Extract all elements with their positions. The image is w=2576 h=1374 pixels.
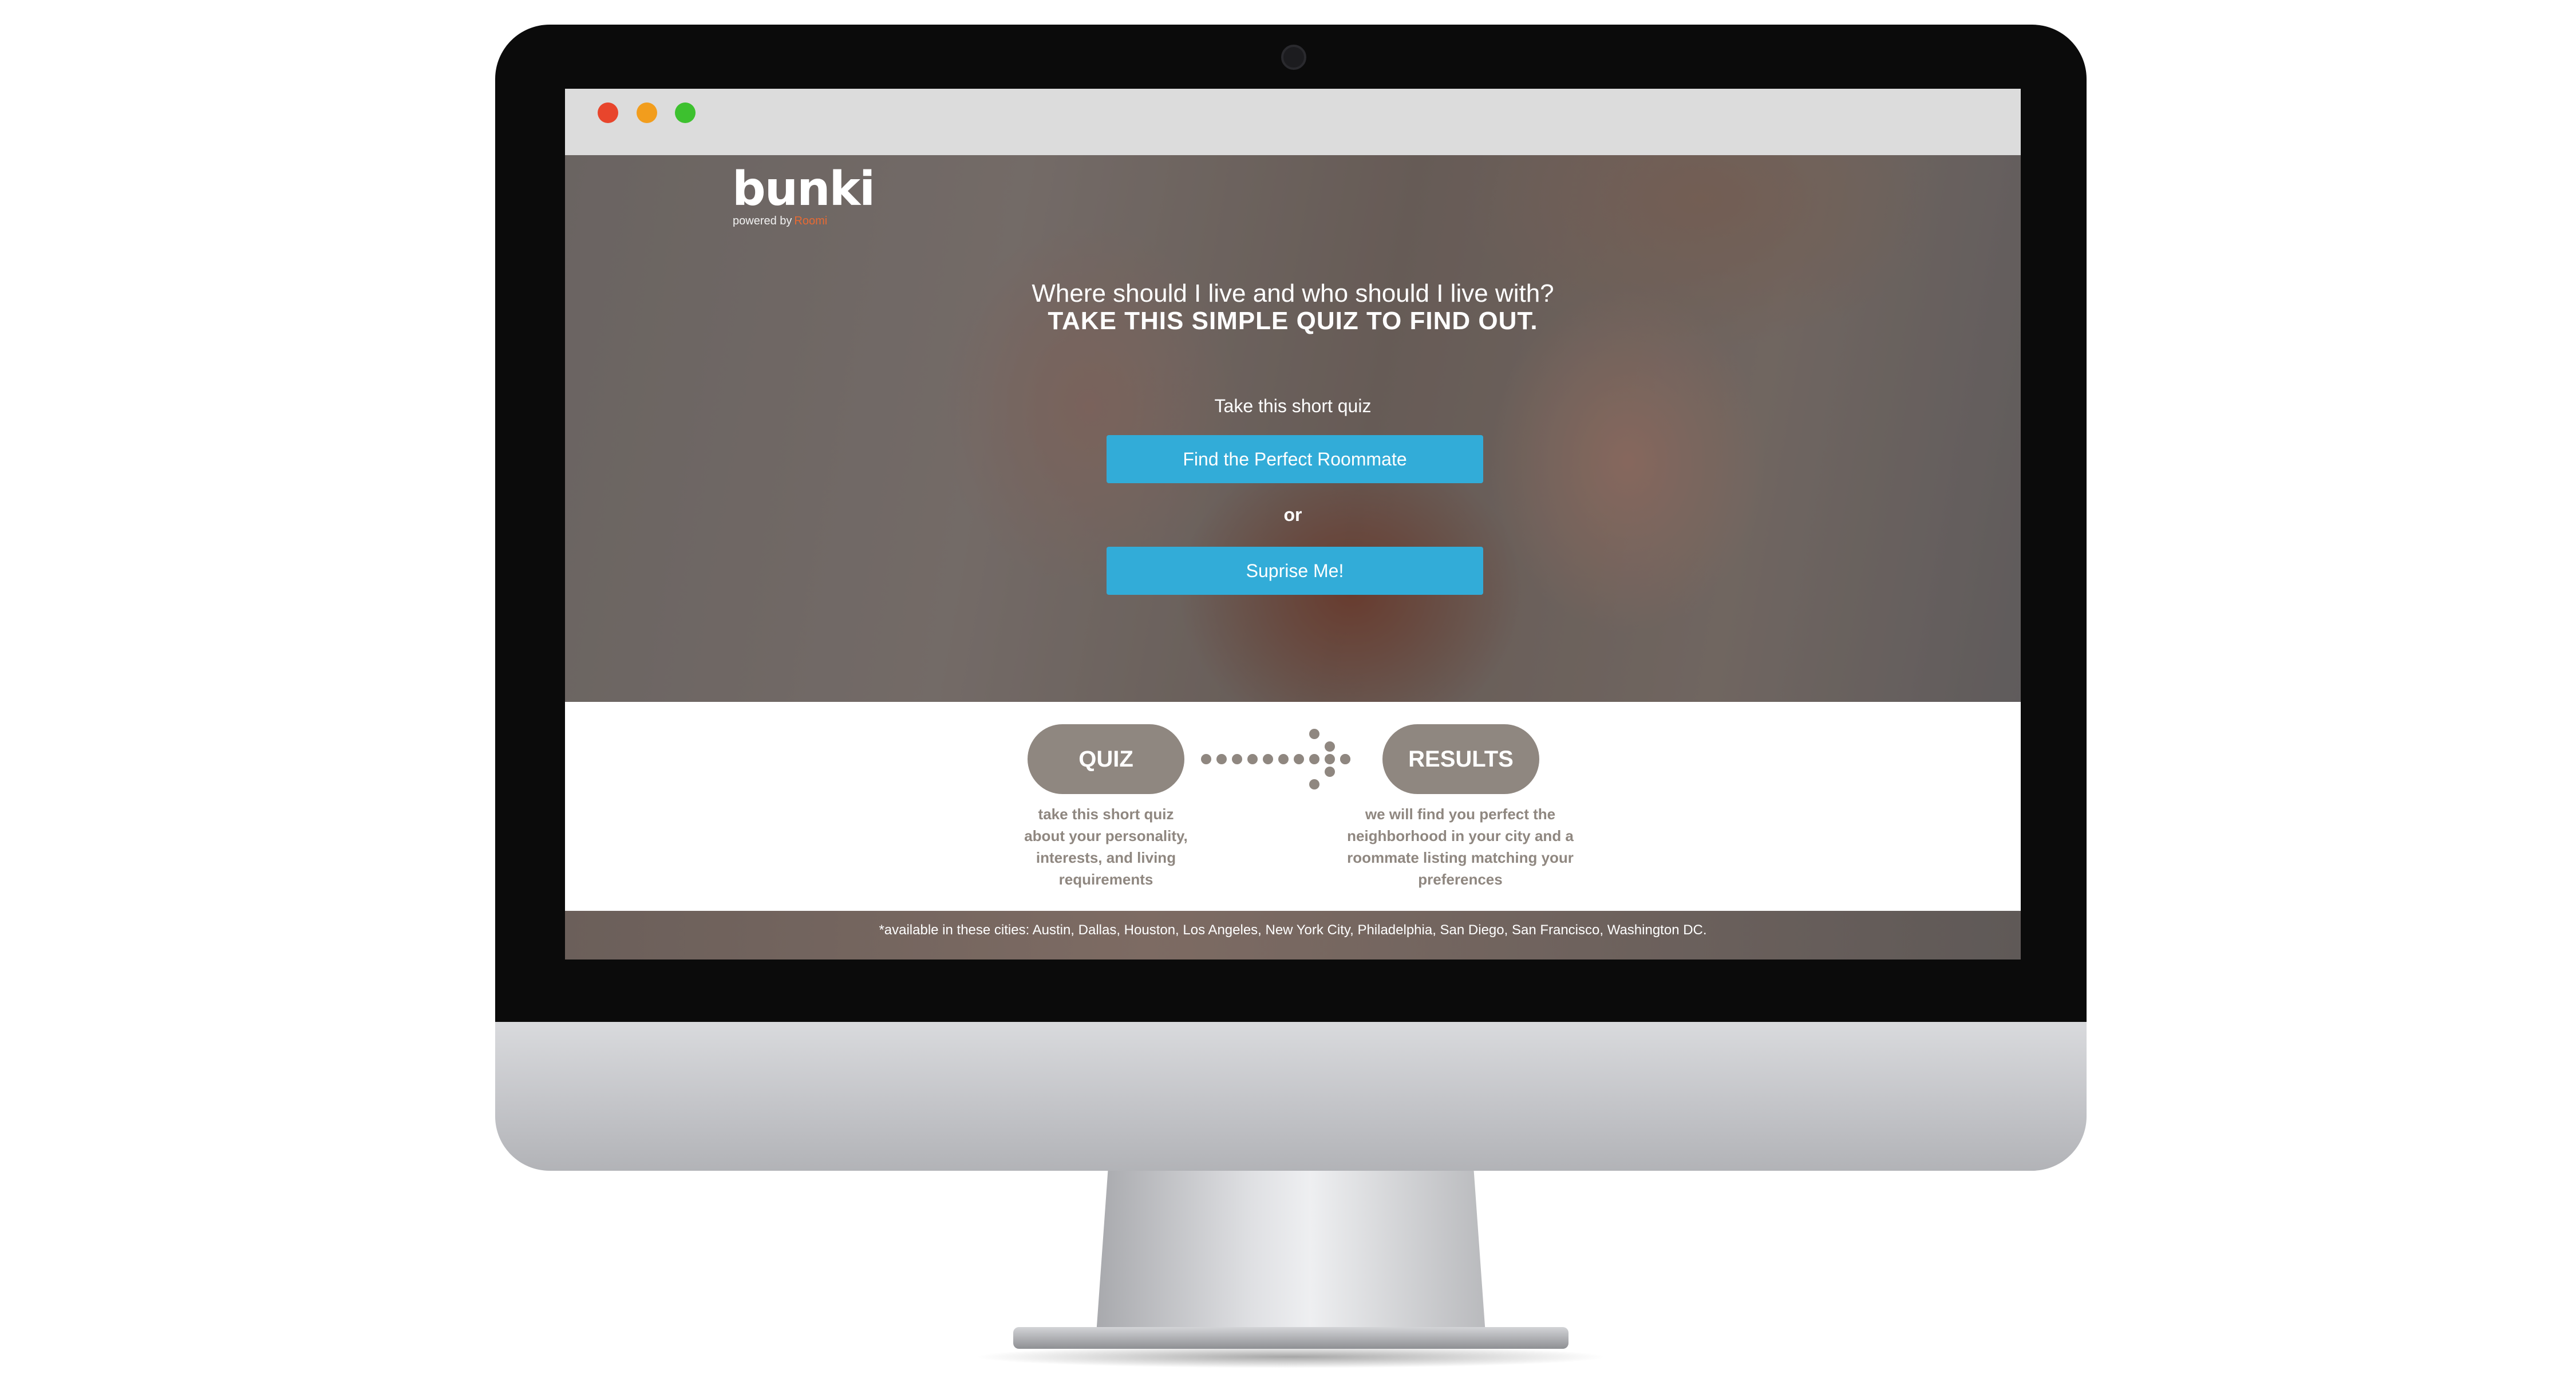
- quiz-step-badge: QUIZ: [1028, 724, 1184, 794]
- hero-headline: TAKE THIS SIMPLE QUIZ TO FIND OUT.: [1048, 307, 1538, 335]
- dotted-arrow-icon: [1201, 729, 1350, 789]
- find-roommate-button[interactable]: Find the Perfect Roommate: [1107, 435, 1483, 483]
- maximize-window-icon[interactable]: [675, 102, 696, 123]
- surprise-me-button[interactable]: Suprise Me!: [1107, 547, 1483, 595]
- browser-titlebar: [565, 89, 2021, 155]
- hero-section: bunki powered by Roomi Where should I liv…: [565, 155, 2021, 702]
- tagline-text: powered by: [733, 215, 792, 227]
- or-label: or: [1283, 504, 1302, 525]
- stand-shadow: [973, 1345, 1609, 1368]
- cities-note: *available in these cities: Austin, Dall…: [879, 922, 1707, 938]
- camera-icon: [1281, 45, 1306, 70]
- monitor-chin: [495, 1022, 2087, 1171]
- monitor-base: [1013, 1327, 1568, 1349]
- partner-name: Roomi: [794, 215, 828, 227]
- logo-tagline: powered by Roomi: [733, 215, 827, 228]
- bunki-logo[interactable]: bunki: [732, 162, 875, 216]
- quiz-prompt: Take this short quiz: [1214, 396, 1372, 416]
- quiz-description: take this short quiz about your personal…: [1024, 806, 1188, 888]
- hero-question: Where should I live and who should I liv…: [1032, 279, 1554, 307]
- monitor-stand: [1096, 1171, 1485, 1334]
- minimize-window-icon[interactable]: [637, 102, 657, 123]
- browser-window: bunki powered by Roomi Where should I liv…: [565, 89, 2021, 960]
- cities-footer: *available in these cities: Austin, Dall…: [565, 911, 2021, 960]
- results-description: we will find you perfect the neighborhoo…: [1347, 806, 1574, 888]
- close-window-icon[interactable]: [598, 102, 618, 123]
- hero-photo: [565, 155, 2021, 702]
- results-step-badge: RESULTS: [1382, 724, 1539, 794]
